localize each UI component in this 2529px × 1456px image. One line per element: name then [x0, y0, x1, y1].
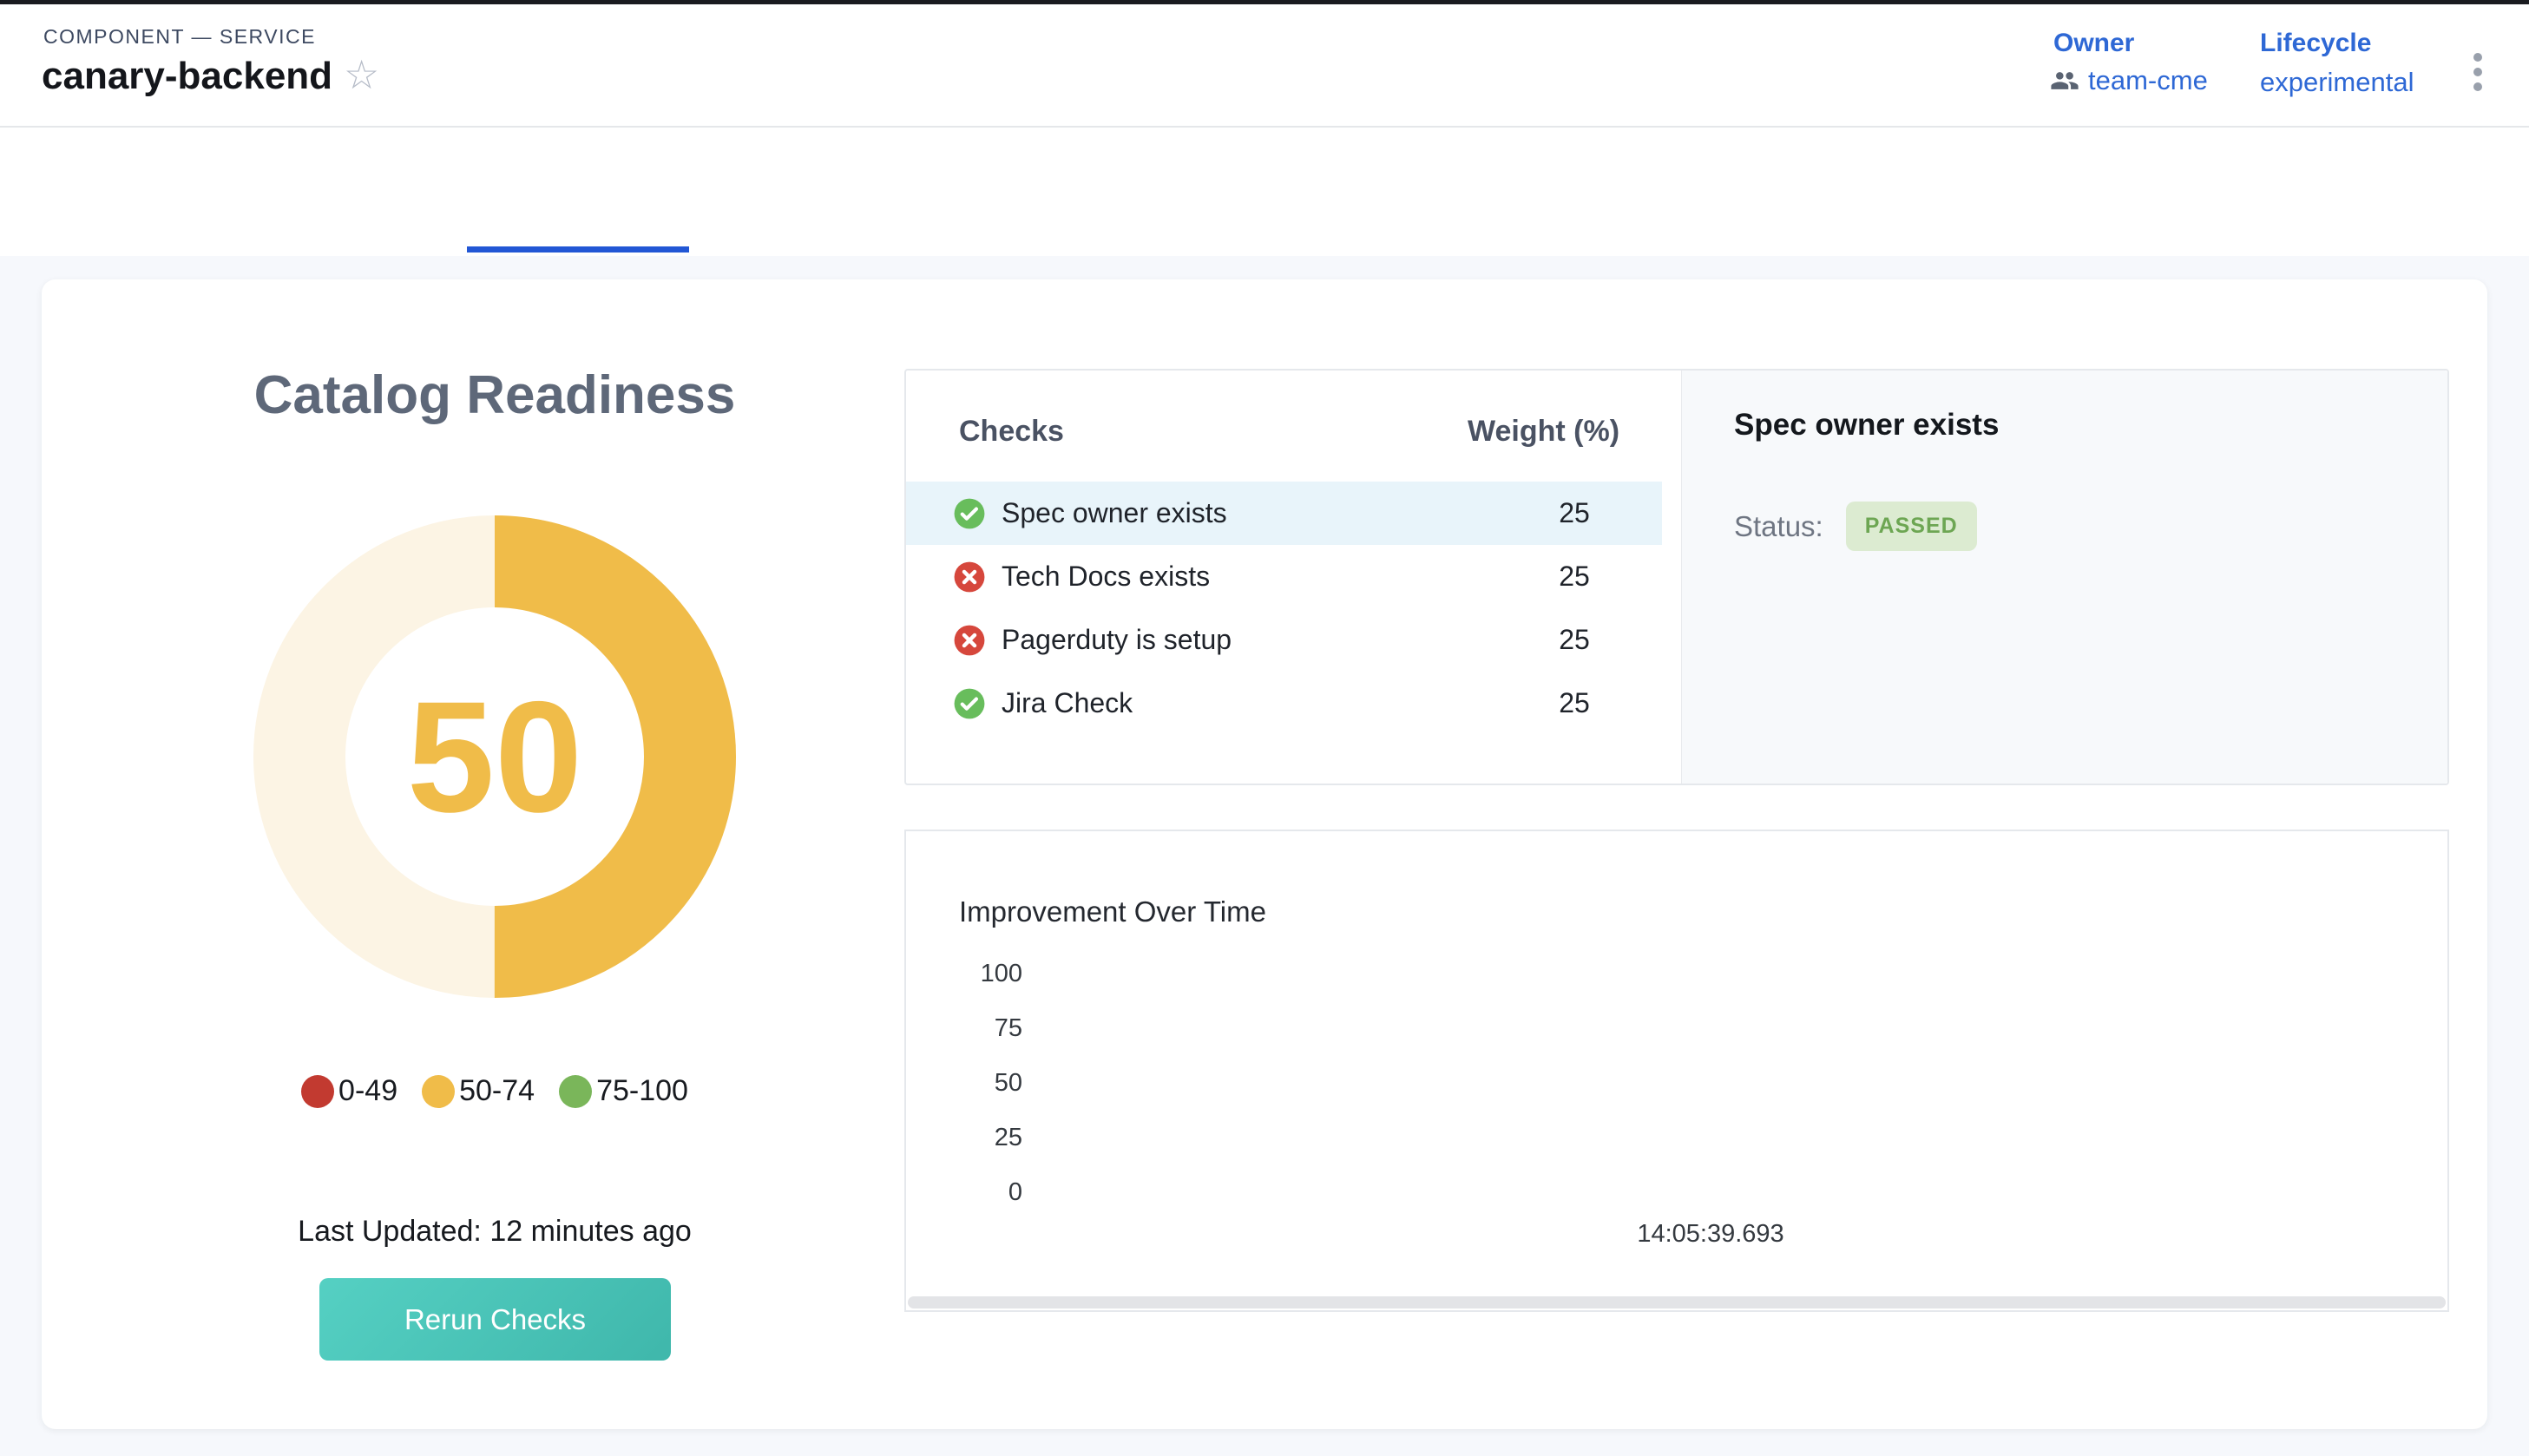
legend-dot-icon — [301, 1075, 334, 1108]
owner-value[interactable]: team-cme — [2088, 65, 2208, 96]
rerun-checks-button[interactable]: Rerun Checks — [319, 1278, 671, 1361]
score-value: 50 — [252, 514, 738, 1000]
chart-y-tick-label: 50 — [918, 1069, 1022, 1098]
active-tab-indicator — [467, 246, 689, 253]
check-passed-icon — [953, 687, 986, 720]
entity-tabs: OverviewCI/CDScorecardAPIDependenciesDoc… — [0, 128, 2529, 256]
chart-y-tick-label: 25 — [918, 1124, 1022, 1152]
score-legend: 0-49 50-74 75-100 — [104, 1074, 885, 1108]
check-failed-icon — [953, 561, 986, 594]
check-name: Spec owner exists — [1002, 497, 1227, 529]
page-title: canary-backend — [42, 55, 332, 98]
check-detail-status-row: Status: PASSED — [1734, 502, 1977, 551]
legend-label: 50-74 — [459, 1074, 535, 1108]
status-badge: PASSED — [1846, 502, 1977, 551]
owner-value-row[interactable]: team-cme — [2050, 65, 2208, 96]
check-detail-title: Spec owner exists — [1734, 408, 1999, 443]
check-row[interactable]: Tech Docs exists 25 — [906, 545, 1662, 608]
status-label: Status: — [1734, 510, 1823, 543]
check-row[interactable]: Jira Check 25 — [906, 672, 1662, 735]
checks-column-header: Checks — [959, 415, 1064, 449]
check-weight: 25 — [1505, 561, 1644, 593]
more-options-kebab-icon[interactable] — [2470, 49, 2486, 95]
chart-title: Improvement Over Time — [959, 895, 1266, 928]
check-name: Tech Docs exists — [1002, 561, 1210, 593]
check-weight: 25 — [1505, 497, 1644, 529]
chart-y-tick-label: 0 — [918, 1178, 1022, 1207]
check-failed-icon — [953, 624, 986, 657]
check-name: Pagerduty is setup — [1002, 624, 1232, 656]
legend-dot-icon — [559, 1075, 592, 1108]
lifecycle-value: experimental — [2260, 67, 2414, 98]
chart-x-tick-label: 14:05:39.693 — [1615, 1220, 1806, 1249]
group-icon — [2050, 66, 2079, 95]
entity-kind-breadcrumb: COMPONENT — SERVICE — [43, 25, 316, 49]
check-passed-icon — [953, 497, 986, 530]
check-weight: 25 — [1505, 687, 1644, 719]
check-row[interactable]: Pagerduty is setup 25 — [906, 608, 1662, 672]
check-row[interactable]: Spec owner exists 25 — [906, 482, 1662, 545]
legend-dot-icon — [422, 1075, 455, 1108]
chart-horizontal-scrollbar[interactable] — [908, 1296, 2446, 1308]
legend-item: 50-74 — [422, 1074, 535, 1108]
weight-column-header: Weight (%) — [1468, 415, 1619, 449]
legend-label: 0-49 — [338, 1074, 397, 1108]
check-name: Jira Check — [1002, 687, 1133, 719]
legend-item: 0-49 — [301, 1074, 397, 1108]
legend-label: 75-100 — [596, 1074, 688, 1108]
favorite-star-icon[interactable]: ☆ — [344, 55, 379, 95]
chart-y-tick-label: 100 — [918, 960, 1022, 988]
last-updated-text: Last Updated: 12 minutes ago — [104, 1215, 885, 1249]
chart-y-tick-label: 75 — [918, 1014, 1022, 1043]
scorecard-title: Catalog Readiness — [104, 364, 885, 426]
owner-label: Owner — [2053, 29, 2134, 58]
checks-table: Spec owner exists25Tech Docs exists25Pag… — [906, 482, 1662, 735]
check-weight: 25 — [1505, 624, 1644, 656]
scorecard-page: COMPONENT — SERVICE canary-backend ☆ Own… — [0, 0, 2529, 1456]
entity-header: COMPONENT — SERVICE canary-backend ☆ Own… — [0, 4, 2529, 128]
legend-item: 75-100 — [559, 1074, 688, 1108]
lifecycle-label: Lifecycle — [2260, 29, 2371, 58]
